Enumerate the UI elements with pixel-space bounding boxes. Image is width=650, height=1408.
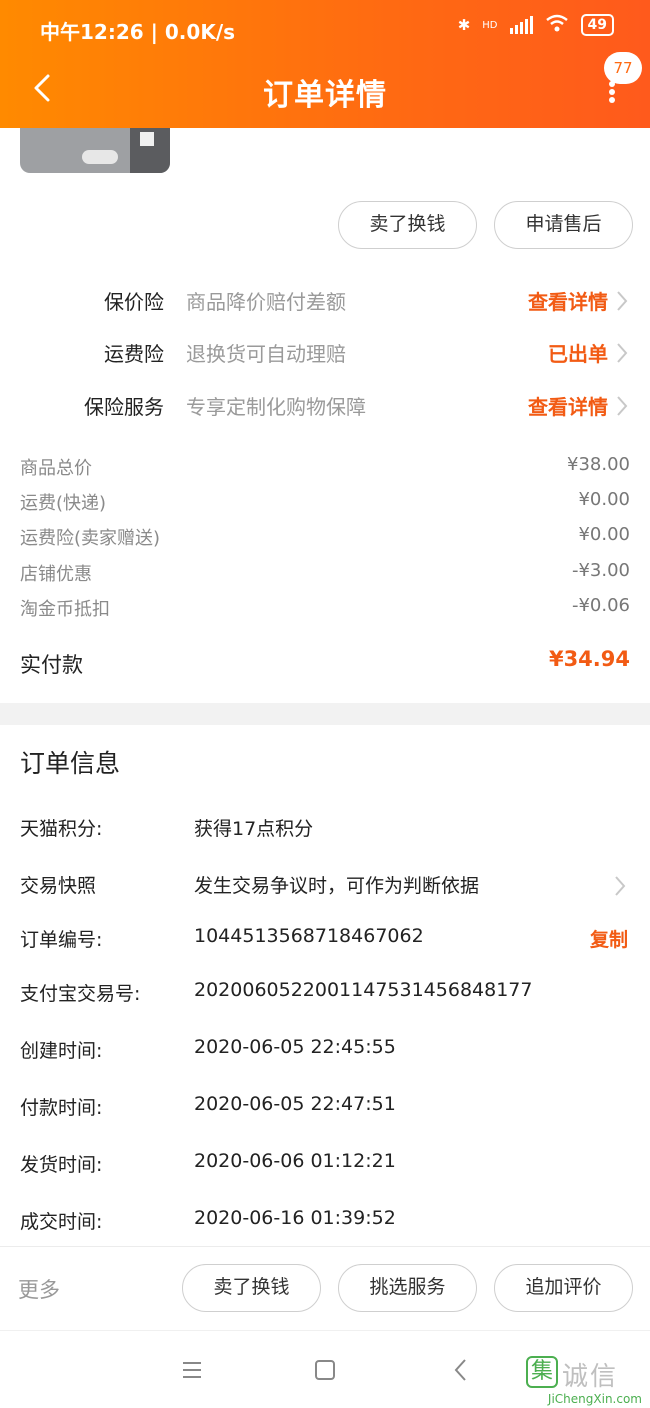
- price-value: ¥38.00: [567, 454, 630, 475]
- info-row-shipped: 发货时间: 2020-06-06 01:12:21: [0, 1146, 650, 1180]
- more-button[interactable]: 更多: [18, 1274, 60, 1304]
- info-value: 发生交易争议时，可作为判断依据: [194, 875, 480, 897]
- info-row-completed: 成交时间: 2020-06-16 01:39:52: [0, 1203, 650, 1237]
- watermark-logo: 集: [526, 1356, 558, 1388]
- price-value: -¥0.06: [571, 595, 630, 616]
- sell-for-cash-bottom-button[interactable]: 卖了换钱: [182, 1264, 321, 1312]
- price-label: 运费(快递): [20, 493, 107, 514]
- info-label: 发货时间:: [20, 1154, 103, 1176]
- info-row-alipay-number: 支付宝交易号: 2020060522001147531456848177: [0, 975, 650, 1009]
- paid-amount: ¥34.94: [548, 647, 630, 671]
- paid-label: 实付款: [20, 653, 83, 677]
- info-label: 交易快照: [20, 875, 97, 897]
- info-label: 订单编号:: [20, 929, 103, 951]
- watermark-text: 诚信: [562, 1362, 619, 1392]
- app-header: 中午12:26 | 0.0K/s ✱ HD 49 订单详情 77: [0, 0, 650, 128]
- menu-icon: [183, 1362, 201, 1378]
- info-value: 2020-06-06 01:12:21: [194, 1150, 396, 1172]
- price-value: ¥0.00: [578, 489, 630, 510]
- signal-icon: [509, 16, 533, 34]
- info-row-paid: 付款时间: 2020-06-05 22:47:51: [0, 1089, 650, 1123]
- info-row-points: 天猫积分: 获得17点积分: [0, 810, 650, 844]
- insurance-desc: 商品降价赔付差额: [186, 290, 346, 314]
- home-nav-button[interactable]: [311, 1356, 339, 1384]
- chevron-right-icon: [617, 343, 628, 363]
- insurance-label: 保险服务: [84, 395, 164, 419]
- price-value: ¥0.00: [578, 524, 630, 545]
- insurance-action[interactable]: 查看详情: [528, 286, 608, 315]
- insurance-row-shipping[interactable]: 运费险 退换货可自动理赔 已出单: [0, 332, 650, 372]
- apply-after-sale-button[interactable]: 申请售后: [494, 201, 633, 249]
- insurance-desc: 专享定制化购物保障: [186, 395, 366, 419]
- price-row: 运费险(卖家赠送) ¥0.00: [0, 522, 650, 552]
- menu-nav-button[interactable]: [178, 1356, 206, 1384]
- page-title: 订单详情: [263, 78, 387, 113]
- info-label: 天猫积分:: [20, 818, 103, 840]
- network-label: HD: [482, 19, 498, 31]
- chevron-right-icon: [617, 291, 628, 311]
- info-value: 1044513568718467062: [194, 925, 424, 947]
- price-row: 淘金币抵扣 -¥0.06: [0, 593, 650, 623]
- wifi-icon: [545, 14, 569, 36]
- info-label: 付款时间:: [20, 1097, 103, 1119]
- price-label: 运费险(卖家赠送): [20, 528, 161, 549]
- info-row-order-number: 订单编号: 1044513568718467062 复制: [0, 921, 650, 955]
- price-row: 运费(快递) ¥0.00: [0, 487, 650, 517]
- insurance-row-service[interactable]: 保险服务 专享定制化购物保障 查看详情: [0, 385, 650, 425]
- info-label: 创建时间:: [20, 1040, 103, 1062]
- product-image[interactable]: [20, 128, 170, 173]
- watermark: 集 诚信 JiChengXin.com: [526, 1356, 642, 1406]
- info-label: 成交时间:: [20, 1211, 103, 1233]
- price-label: 店铺优惠: [20, 564, 92, 585]
- status-time: 中午12:26 | 0.0K/s: [40, 20, 236, 44]
- status-bar: 中午12:26 | 0.0K/s ✱ HD 49: [0, 0, 650, 60]
- add-review-button[interactable]: 追加评价: [494, 1264, 633, 1312]
- insurance-row-price-protection[interactable]: 保价险 商品降价赔付差额 查看详情: [0, 280, 650, 320]
- price-label: 淘金币抵扣: [20, 599, 110, 620]
- price-row: 商品总价 ¥38.00: [0, 452, 650, 482]
- watermark-url: JiChengXin.com: [547, 1392, 642, 1406]
- insurance-label: 运费险: [104, 342, 164, 366]
- square-icon: [315, 1360, 335, 1380]
- info-label: 支付宝交易号:: [20, 983, 141, 1005]
- back-nav-button[interactable]: [448, 1356, 476, 1384]
- copy-button[interactable]: 复制: [590, 925, 628, 952]
- info-row-snapshot[interactable]: 交易快照 发生交易争议时，可作为判断依据: [0, 867, 650, 901]
- info-value: 获得17点积分: [194, 818, 314, 840]
- chevron-right-icon: [617, 396, 628, 416]
- insurance-desc: 退换货可自动理赔: [186, 342, 346, 366]
- info-value: 2020-06-05 22:47:51: [194, 1093, 396, 1115]
- info-value: 2020-06-16 01:39:52: [194, 1207, 396, 1229]
- info-value: 2020-06-05 22:45:55: [194, 1036, 396, 1058]
- more-vertical-icon: [609, 81, 615, 103]
- price-row: 店铺优惠 -¥3.00: [0, 558, 650, 588]
- price-value: -¥3.00: [571, 560, 630, 581]
- info-row-created: 创建时间: 2020-06-05 22:45:55: [0, 1032, 650, 1066]
- chevron-left-icon: [454, 1359, 466, 1381]
- status-icons: ✱ HD 49: [458, 14, 614, 36]
- insurance-action[interactable]: 查看详情: [528, 391, 608, 420]
- battery-indicator: 49: [580, 14, 614, 36]
- section-divider: [0, 703, 650, 725]
- choose-service-button[interactable]: 挑选服务: [338, 1264, 477, 1312]
- insurance-label: 保价险: [104, 290, 164, 314]
- order-info-title: 订单信息: [20, 749, 121, 778]
- bluetooth-icon: ✱: [457, 16, 471, 34]
- more-menu-button[interactable]: [600, 80, 624, 104]
- info-value: 2020060522001147531456848177: [194, 979, 533, 1001]
- insurance-action[interactable]: 已出单: [548, 338, 608, 367]
- price-label: 商品总价: [20, 458, 92, 479]
- sell-for-cash-button[interactable]: 卖了换钱: [338, 201, 477, 249]
- chevron-right-icon: [615, 876, 626, 896]
